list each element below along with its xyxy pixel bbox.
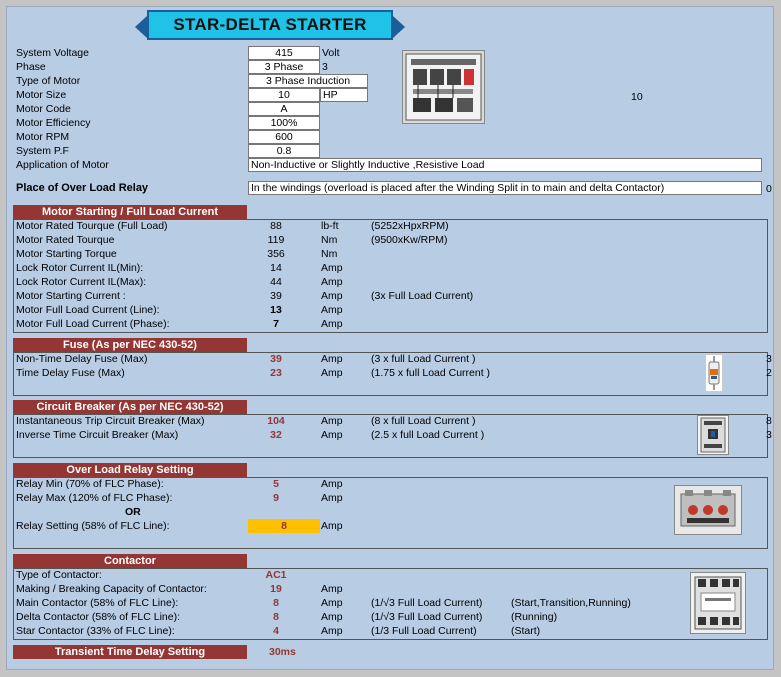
- table-row: Motor Starting Torque 356 Nm: [16, 248, 338, 260]
- motor-size-extra: 10: [631, 91, 643, 103]
- motor-size-unit-select[interactable]: HP: [320, 88, 368, 102]
- contactor-image: [690, 572, 746, 634]
- fuse-section-header: Fuse (As per NEC 430-52): [13, 338, 247, 352]
- label-system-voltage: System Voltage: [16, 47, 89, 59]
- motor-section-header: Motor Starting / Full Load Current: [13, 205, 247, 219]
- application-select[interactable]: Non-Inductive or Slightly Inductive ,Res…: [248, 158, 762, 172]
- motor-efficiency-input[interactable]: 100%: [248, 116, 320, 130]
- table-row: Lock Rotor Current IL(Min): 14 Amp: [16, 262, 343, 274]
- table-row: Time Delay Fuse (Max) 23 Amp (1.75 x full L…: [16, 367, 491, 379]
- label-motor-efficiency: Motor Efficiency: [16, 117, 91, 129]
- transient-section-header: Transient Time Delay Setting: [13, 645, 247, 659]
- system-voltage-input[interactable]: 415: [248, 46, 320, 60]
- relay-setting-value[interactable]: 8: [248, 519, 320, 533]
- label-motor-rpm: Motor RPM: [16, 131, 70, 143]
- contactor-section-header: Contactor: [13, 554, 247, 568]
- table-row: Relay Min (70% of FLC Phase): 5 Amp: [16, 478, 343, 490]
- label-phase: Phase: [16, 61, 46, 73]
- table-row: Motor Rated Tourque 119 Nm (9500xKw/RPM): [16, 234, 448, 246]
- label-type-of-motor: Type of Motor: [16, 75, 81, 87]
- relay-section-header: Over Load Relay Setting: [13, 463, 247, 477]
- breaker-extra-2: 3: [766, 429, 772, 441]
- fuse-extra-2: 2: [766, 367, 772, 379]
- overload-relay-image: [674, 485, 742, 535]
- table-row: Lock Rotor Current IL(Max): 44 Amp: [16, 276, 343, 288]
- page-title: STAR-DELTA STARTER: [135, 10, 405, 40]
- table-row: Inverse Time Circuit Breaker (Max) 32 Amp(…: [16, 429, 485, 441]
- table-row: Relay Max (120% of FLC Phase): 9 Amp: [16, 492, 343, 504]
- system-pf-input[interactable]: 0.8: [248, 144, 320, 158]
- or-label: OR: [125, 506, 141, 518]
- label-application: Application of Motor: [16, 159, 109, 171]
- worksheet: STAR-DELTA STARTER System Voltage 415 Vo…: [6, 6, 774, 670]
- table-row: Instantaneous Trip Circuit Breaker (Max)…: [16, 415, 476, 427]
- fuse-extra-1: 3: [766, 353, 772, 365]
- table-row: Type of Contactor: AC1: [16, 569, 287, 581]
- table-row: Main Contactor (58% of FLC Line): 8 Amp (1/…: [16, 597, 631, 609]
- label-motor-size: Motor Size: [16, 89, 67, 101]
- table-row: Making / Breaking Capacity of Contactor:…: [16, 583, 343, 595]
- breaker-extra-1: 8: [766, 415, 772, 427]
- unit-volt: Volt: [322, 47, 340, 59]
- circuit-breaker-image: [697, 415, 729, 455]
- table-row: Star Contactor (33% of FLC Line): 4 Amp (1/…: [16, 625, 541, 637]
- fuse-image: [705, 354, 723, 392]
- overload-extra: 0: [766, 183, 772, 195]
- starter-panel-image: [402, 50, 485, 124]
- table-row: Motor Rated Tourque (Full Load) 88 lb-ft (5…: [16, 220, 449, 232]
- transient-value: 30ms: [269, 646, 296, 658]
- table-row: Non-Time Delay Fuse (Max) 39 Amp (3 x full …: [16, 353, 476, 365]
- table-row: Motor Full Load Current (Phase): 7 Amp: [16, 318, 343, 330]
- motor-rpm-input[interactable]: 600: [248, 130, 320, 144]
- label-motor-code: Motor Code: [16, 103, 71, 115]
- type-of-motor-select[interactable]: 3 Phase Induction: [248, 74, 368, 88]
- table-row: Relay Setting (58% of FLC Line): Amp: [16, 520, 343, 532]
- motor-code-input[interactable]: A: [248, 102, 320, 116]
- table-row: Motor Starting Current :39 Amp (3x Full Lo…: [16, 290, 474, 302]
- table-row: Delta Contactor (58% of FLC Line): 8 Amp (1…: [16, 611, 558, 623]
- label-overload-place: Place of Over Load Relay: [16, 182, 149, 194]
- overload-place-select[interactable]: In the windings (overload is placed afte…: [248, 181, 762, 195]
- label-system-pf: System P.F: [16, 145, 69, 157]
- phase-number: 3: [322, 61, 328, 73]
- breaker-section-header: Circuit Breaker (As per NEC 430-52): [13, 400, 247, 414]
- table-row: Motor Full Load Current (Line): 13 Amp: [16, 304, 343, 316]
- phase-input[interactable]: 3 Phase: [248, 60, 320, 74]
- motor-size-input[interactable]: 10: [248, 88, 320, 102]
